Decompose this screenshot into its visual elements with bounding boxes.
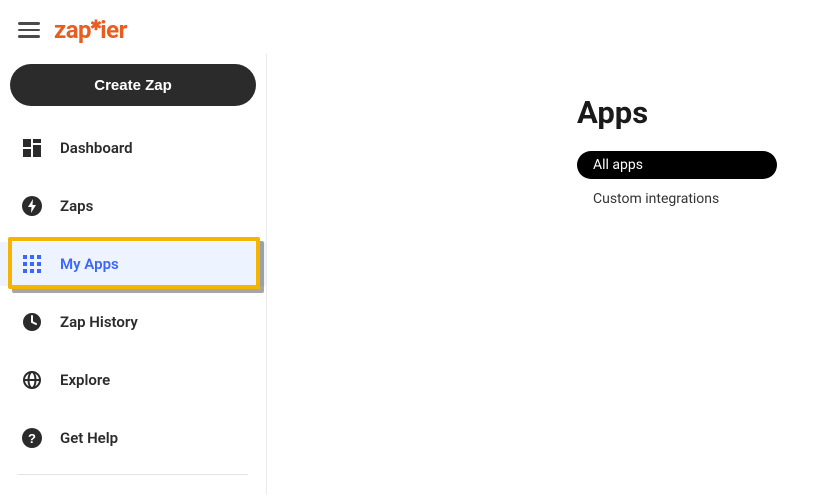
clock-icon	[22, 312, 42, 332]
tutorial-highlight	[8, 237, 260, 289]
dashboard-icon	[22, 138, 42, 158]
sidebar-item-dashboard[interactable]: Dashboard	[0, 126, 266, 170]
sidebar-item-label: Zaps	[60, 197, 93, 215]
menu-icon[interactable]	[18, 19, 40, 41]
apps-grid-icon	[22, 254, 42, 274]
sidebar-item-label: Zap History	[60, 313, 138, 331]
help-icon: ?	[22, 428, 42, 448]
sidebar-item-label: Get Help	[60, 429, 118, 447]
header: zap✱ier	[0, 0, 827, 54]
sidebar-item-zap-history[interactable]: Zap History	[0, 300, 266, 344]
create-zap-button[interactable]: Create Zap	[10, 64, 256, 106]
globe-icon	[22, 370, 42, 390]
sidebar-item-explore[interactable]: Explore	[0, 358, 266, 402]
sidebar-nav: Dashboard Zaps My Apps Zap History	[0, 124, 266, 475]
filter-custom-integrations[interactable]: Custom integrations	[577, 179, 827, 207]
sidebar-item-label: My Apps	[60, 255, 119, 273]
sidebar-separator	[18, 474, 248, 475]
sidebar-item-zaps[interactable]: Zaps	[0, 184, 266, 228]
sidebar-item-get-help[interactable]: ? Get Help	[0, 416, 266, 460]
sidebar-item-label: Explore	[60, 371, 110, 389]
filter-all-apps[interactable]: All apps	[577, 151, 777, 179]
sidebar-item-label: Dashboard	[60, 139, 133, 157]
bolt-icon	[22, 196, 42, 216]
svg-text:?: ?	[28, 431, 36, 446]
zapier-logo[interactable]: zap✱ier	[54, 18, 127, 42]
main-content: Apps All apps Custom integrations	[267, 54, 827, 495]
sidebar-item-my-apps[interactable]: My Apps	[0, 242, 266, 286]
page-title: Apps	[577, 94, 827, 131]
sidebar: Create Zap Dashboard Zaps My Apps	[0, 54, 267, 495]
